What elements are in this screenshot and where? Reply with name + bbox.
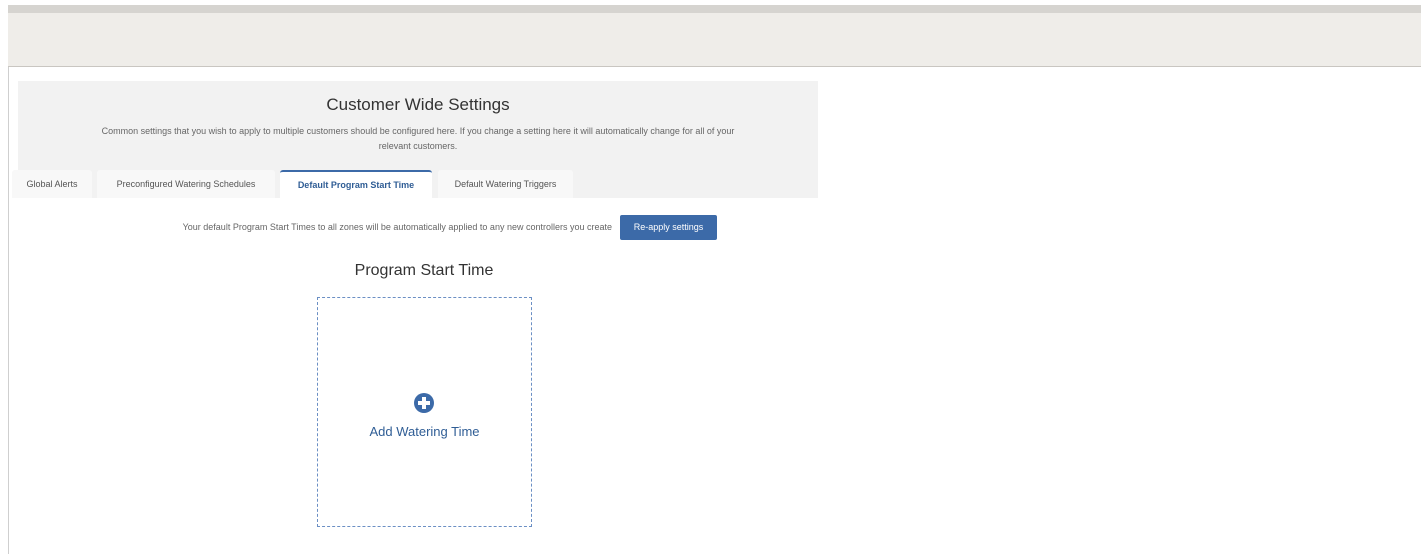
top-strip <box>0 0 1421 13</box>
page-title: Customer Wide Settings <box>326 95 510 114</box>
tab-preconfigured-watering-schedules[interactable]: Preconfigured Watering Schedules <box>97 170 275 198</box>
program-start-time-title: Program Start Time <box>354 262 494 279</box>
plus-circle-icon[interactable] <box>414 393 434 413</box>
tab-global-alerts[interactable]: Global Alerts <box>12 170 92 198</box>
tab-default-watering-triggers[interactable]: Default Watering Triggers <box>438 170 573 198</box>
top-bar <box>8 13 1421 67</box>
page-description: Common settings that you wish to apply t… <box>101 126 735 151</box>
add-watering-time-card[interactable]: Add Watering Time <box>317 297 532 527</box>
tab-default-program-start-time[interactable]: Default Program Start Time <box>280 170 432 199</box>
top-strip-bar <box>8 5 1421 13</box>
default-start-time-notice: Your default Program Start Times to all … <box>182 222 612 232</box>
reapply-settings-button[interactable]: Re-apply settings <box>620 215 717 240</box>
add-watering-time-label[interactable]: Add Watering Time <box>318 424 531 439</box>
